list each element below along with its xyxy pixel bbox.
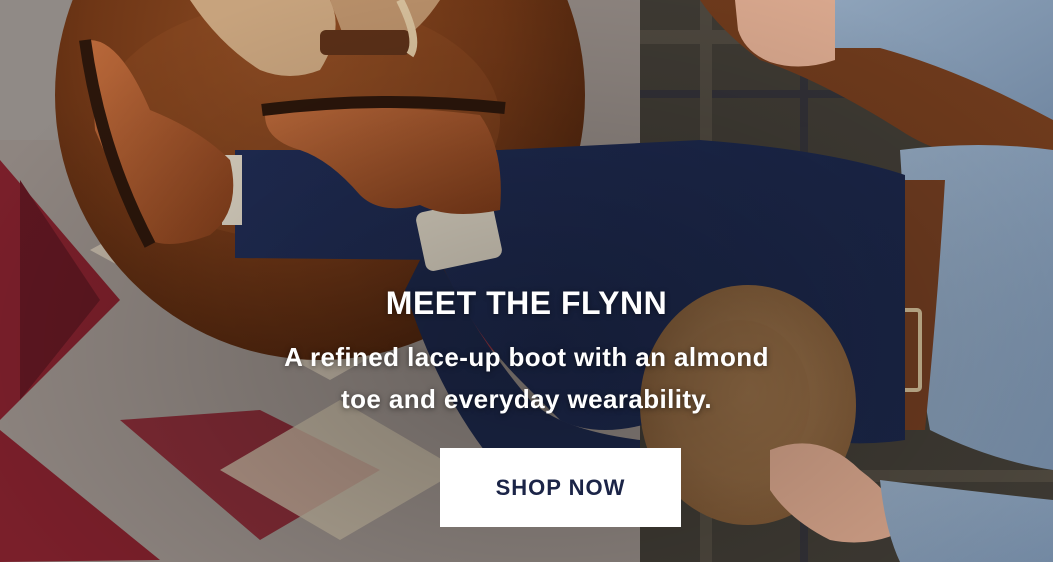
shop-now-button[interactable]: SHOP NOW xyxy=(440,448,681,527)
hero-subheading-line-1: A refined lace-up boot with an almond xyxy=(284,342,769,372)
hero-banner: MEET THE FLYNN A refined lace-up boot wi… xyxy=(0,0,1053,562)
hero-subheading-line-2: toe and everyday wearability. xyxy=(341,384,712,414)
hero-copy: MEET THE FLYNN A refined lace-up boot wi… xyxy=(0,280,1053,420)
hero-heading: MEET THE FLYNN xyxy=(385,285,668,321)
hero-subheading: A refined lace-up boot with an almond to… xyxy=(227,336,827,420)
